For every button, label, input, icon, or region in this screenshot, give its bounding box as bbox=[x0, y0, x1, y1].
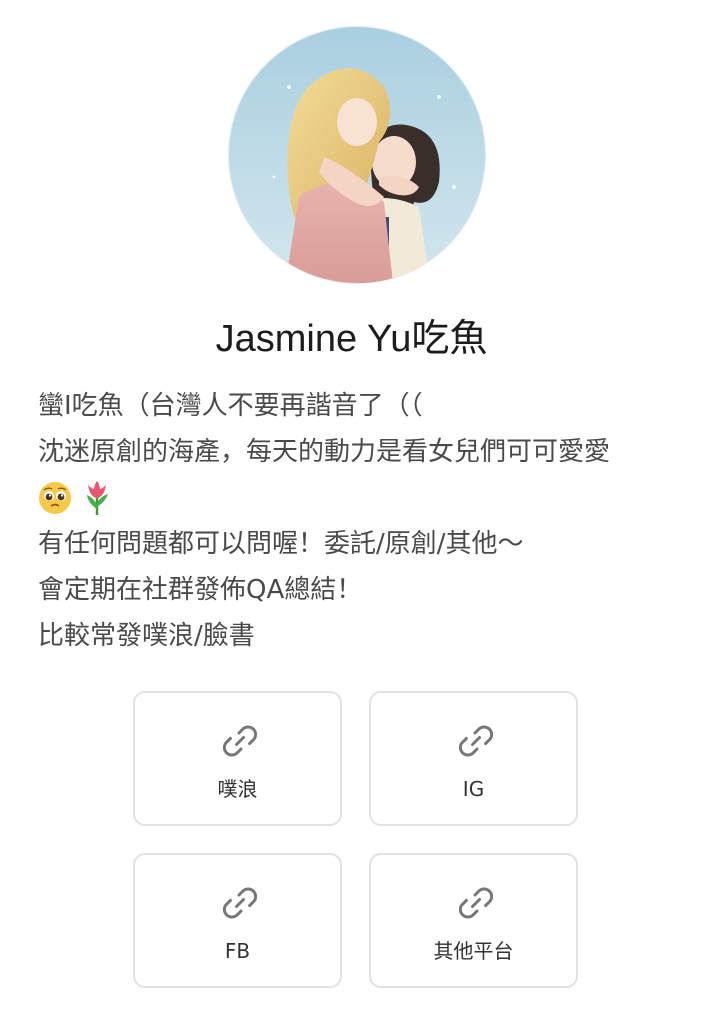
tulip-icon bbox=[87, 481, 108, 515]
link-icon bbox=[222, 887, 258, 919]
link-card-other-platforms[interactable]: 其他平台 bbox=[369, 853, 578, 988]
bio-emoji-line: 🥹🌷 bbox=[38, 475, 688, 521]
link-icon bbox=[222, 725, 258, 757]
profile-illustration-icon bbox=[229, 27, 485, 283]
link-card-ig[interactable]: IG bbox=[369, 691, 578, 826]
link-label: 其他平台 bbox=[433, 939, 514, 963]
profile-name: Jasmine Yu吃魚 bbox=[215, 318, 488, 360]
link-icon bbox=[458, 725, 494, 757]
avatar bbox=[229, 27, 485, 283]
bio-line: 比較常發噗浪/臉書 bbox=[38, 621, 255, 651]
link-card-fb[interactable]: FB bbox=[133, 853, 342, 988]
bio-line: 會定期在社群發佈QA總結！ bbox=[38, 575, 363, 605]
link-label: FB bbox=[224, 939, 251, 963]
link-icon bbox=[458, 887, 494, 919]
profile-bio: 蠻I吃魚（台灣人不要再諧音了（（ 沈迷原創的海產，每天的動力是看女兒們可可愛愛 … bbox=[38, 383, 688, 659]
pleading-face-icon bbox=[39, 482, 71, 514]
link-label: 噗浪 bbox=[217, 777, 258, 801]
bio-line: 有任何問題都可以問喔！委託/原創/其他～ bbox=[38, 529, 524, 559]
link-card-plurk[interactable]: 噗浪 bbox=[133, 691, 342, 826]
link-label: IG bbox=[462, 777, 485, 801]
bio-line: 蠻I吃魚（台灣人不要再諧音了（（ bbox=[38, 391, 423, 421]
bio-line: 沈迷原創的海產，每天的動力是看女兒們可可愛愛 bbox=[38, 437, 611, 467]
